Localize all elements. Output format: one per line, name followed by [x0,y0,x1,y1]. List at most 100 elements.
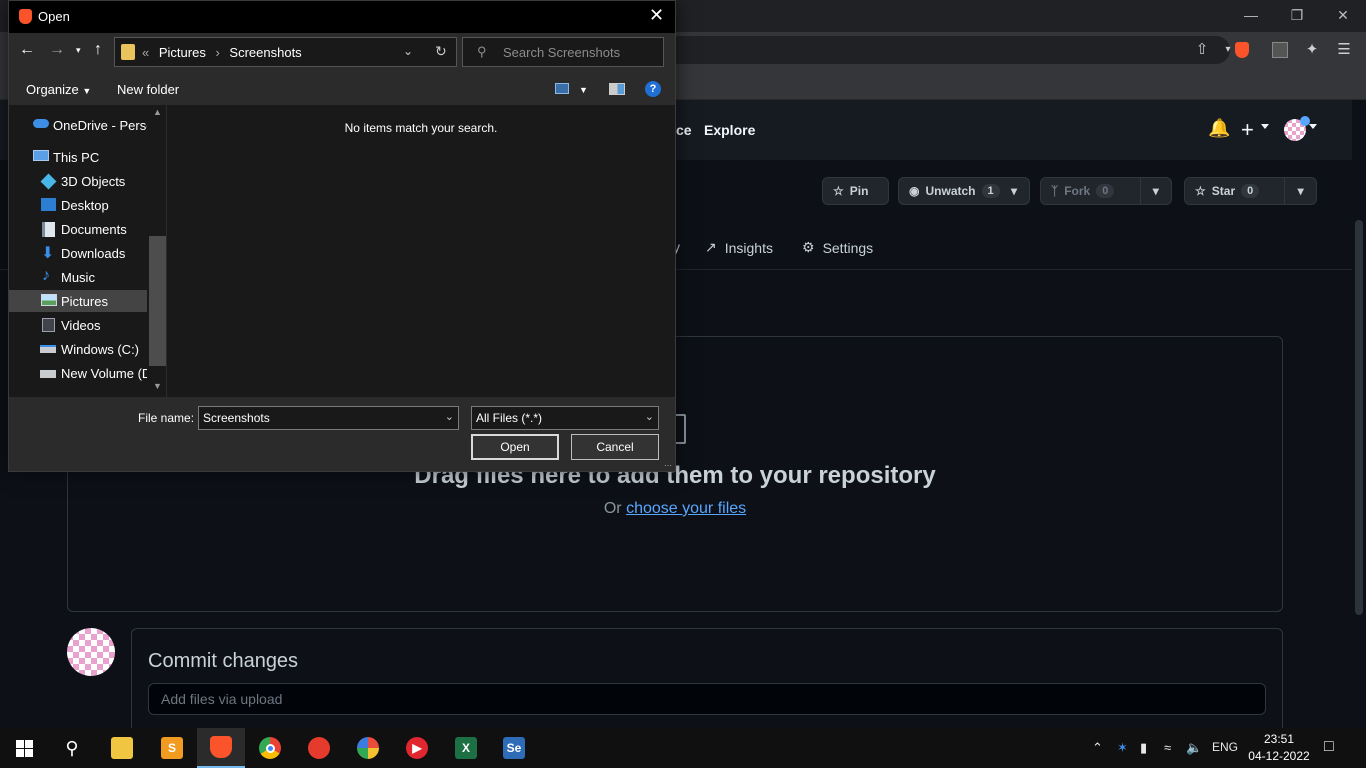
refresh-icon[interactable]: ↻ [435,43,447,60]
nav-item-label: OneDrive - Persor [53,118,147,133]
extension-icon[interactable] [1268,38,1292,62]
restore-button[interactable]: ❐ [1274,0,1320,30]
nav-item-label: Windows (C:) [61,342,140,357]
up-arrow-icon[interactable]: ↑ [94,41,102,59]
preview-pane-icon[interactable] [609,83,625,95]
file-list-pane[interactable] [167,105,675,397]
chevron-down-icon[interactable] [1261,124,1269,129]
tomato-timer-icon[interactable] [295,728,343,768]
nav-marketplace-link[interactable]: ce [676,122,692,138]
dropzone-or: Or [603,500,622,517]
excel-icon[interactable]: X [442,728,490,768]
start-button[interactable] [0,728,48,768]
minimize-button[interactable]: — [1228,0,1274,30]
organize-menu[interactable]: Organize ▼ [26,82,91,97]
nav-item-new-volume-d[interactable]: New Volume (D: [9,362,147,384]
close-window-button[interactable]: ✕ [1320,0,1366,30]
pin-label: Pin [849,184,869,198]
view-dropdown-icon[interactable]: ▼ [579,85,588,95]
chrome-icon[interactable] [246,728,294,768]
fork-button[interactable]: ᛉ Fork 0 ▾ [1040,177,1172,205]
breadcrumb-screenshots[interactable]: Screenshots [229,45,301,60]
pin-button[interactable]: ☆ Pin [822,177,889,205]
help-icon[interactable]: ? [645,81,661,97]
scroll-up-icon[interactable]: ▲ [153,107,162,117]
nav-item-windows-c[interactable]: Windows (C:) [9,338,147,360]
media-player-icon[interactable]: ▶ [393,728,441,768]
download-icon: ⬇ [41,245,55,262]
file-name-value: Screenshots [203,411,270,425]
new-folder-button[interactable]: New folder [117,82,179,97]
chevron-down-icon[interactable] [1309,124,1317,129]
recent-locations-chevron-icon[interactable]: ▾ [76,45,81,56]
menu-icon[interactable]: ☰ [1332,38,1356,62]
volume-icon[interactable]: 🔈 [1186,740,1202,756]
excel-glyph: X [455,737,477,759]
address-dropdown-icon[interactable]: ⌄ [403,44,413,58]
address-bar[interactable] [640,36,1230,64]
nav-item-label: Documents [61,222,127,237]
scroll-down-icon[interactable]: ▼ [153,381,162,391]
language-indicator[interactable]: ENG [1212,740,1238,754]
unwatch-button[interactable]: ◉ Unwatch 1 ▾ [898,177,1030,205]
tab-settings[interactable]: ⚙ Settings [802,239,873,256]
nav-pane-scrollbar[interactable]: ▲ ▼ [149,105,166,397]
battery-icon[interactable]: ▮ [1140,740,1147,756]
dialog-address-bar[interactable]: « Pictures › Screenshots ⌄ ↻ [114,37,457,67]
search-taskbar-icon[interactable]: ⚲ [48,728,96,768]
nav-item-onedrive[interactable]: OneDrive - Persor [9,114,147,136]
selenium-ide-icon[interactable]: Se [490,728,538,768]
tab-settings-label: Settings [822,239,874,256]
documents-icon [42,222,55,237]
notifications-icon[interactable]: □ [1324,738,1334,756]
dialog-close-icon[interactable]: ✕ [649,5,664,26]
pin-icon: ☆ [833,184,844,198]
nav-pane-scrollbar-thumb[interactable] [149,236,166,366]
wifi-icon[interactable]: ≈ [1164,740,1171,755]
nav-item-documents[interactable]: Documents [9,218,147,240]
back-arrow-icon[interactable]: ← [19,41,35,59]
sublime-text-icon[interactable]: S [148,728,196,768]
nav-item-downloads[interactable]: ⬇ Downloads [9,242,147,264]
nav-item-label: Videos [61,318,101,333]
chevron-down-icon[interactable]: ⌄ [445,410,454,423]
nav-item-desktop[interactable]: Desktop [9,194,147,216]
brave-shields-icon[interactable] [1230,38,1254,62]
forward-arrow-icon[interactable]: → [49,41,65,59]
search-box[interactable]: ⚲ Search Screenshots [462,37,664,67]
extensions-puzzle-icon[interactable]: ✦ [1300,38,1324,62]
resize-grip-icon[interactable]: ⋯ [664,461,672,470]
open-button[interactable]: Open [471,434,559,460]
nav-item-music[interactable]: ♪ Music [9,266,147,288]
notifications-bell-icon[interactable]: 🔔 [1208,118,1230,139]
nav-explore-link[interactable]: Explore [704,122,755,138]
share-icon[interactable]: ⇧ [1190,38,1214,62]
chevron-down-icon[interactable]: ⌄ [645,410,654,423]
create-plus-icon[interactable]: + [1241,117,1254,143]
show-hidden-icons-icon[interactable]: ⌃ [1092,740,1103,756]
clock[interactable]: 23:51 04-12-2022 [1244,731,1314,765]
breadcrumb-pictures[interactable]: Pictures [159,45,206,60]
chevron-down-icon[interactable]: ▾ [999,178,1029,204]
color-app-icon[interactable] [344,728,392,768]
tab-insights[interactable]: ↗ Insights [705,239,773,256]
star-button[interactable]: ☆ Star 0 ▾ [1184,177,1317,205]
bluetooth-icon[interactable]: ✶ [1117,740,1128,756]
cancel-button[interactable]: Cancel [571,434,659,460]
page-scrollbar[interactable] [1352,100,1366,728]
star-count: 0 [1241,184,1260,198]
chevron-down-icon[interactable]: ▾ [1139,178,1171,204]
file-name-input[interactable]: Screenshots ⌄ [198,406,459,430]
nav-item-pictures[interactable]: Pictures [9,290,147,312]
brave-browser-icon[interactable] [197,728,245,768]
file-type-select[interactable]: All Files (*.*) ⌄ [471,406,659,430]
nav-item-3d-objects[interactable]: 3D Objects [9,170,147,192]
nav-item-this-pc[interactable]: This PC [9,146,147,168]
change-view-icon[interactable] [555,83,569,94]
file-explorer-icon[interactable] [98,728,146,768]
nav-item-videos[interactable]: Videos [9,314,147,336]
choose-files-link[interactable]: choose your files [626,500,746,517]
page-scrollbar-thumb[interactable] [1355,220,1363,615]
chevron-down-icon[interactable]: ▾ [1284,178,1316,204]
commit-message-input[interactable]: Add files via upload [148,683,1266,715]
